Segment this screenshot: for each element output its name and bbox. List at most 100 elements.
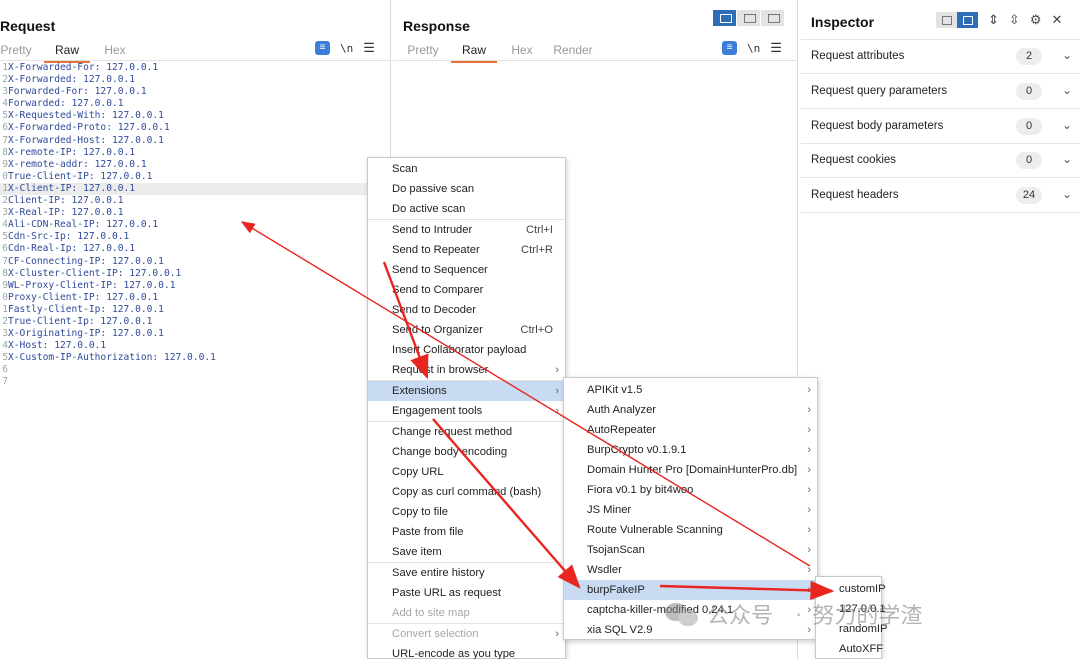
extension-menu-item[interactable]: Wsdler › [564, 560, 817, 580]
context-menu-item[interactable]: Send to Comparer [368, 280, 565, 300]
watermark-account-prefix: 公众号 [707, 603, 774, 628]
line-text: X-Custom-IP-Authorization: 127.0.0.1 [8, 352, 216, 364]
code-line[interactable]: 4 X-Host: 127.0.0.1 [0, 340, 390, 352]
code-line[interactable]: 3 Forwarded-For: 127.0.0.1 [0, 86, 390, 98]
context-menu-item[interactable]: Send to Intruder Ctrl+I [368, 220, 565, 240]
extension-menu-item[interactable]: BurpCrypto v0.1.9.1 › [564, 440, 817, 460]
code-line[interactable]: 0 True-Client-IP: 127.0.0.1 [0, 171, 390, 183]
extension-menu-item[interactable]: JS Miner › [564, 500, 817, 520]
context-menu-item[interactable]: Copy as curl command (bash) [368, 482, 565, 502]
close-icon[interactable]: ✕ [1051, 12, 1062, 28]
editor-menu-icon[interactable]: ☰ [363, 40, 375, 56]
context-menu-item[interactable]: Change body encoding [368, 442, 565, 462]
code-line[interactable]: 2 Client-IP: 127.0.0.1 [0, 195, 390, 207]
extension-menu-item[interactable]: Fiora v0.1 by bit4woo › [564, 480, 817, 500]
chevron-down-icon[interactable]: ⌄ [1062, 118, 1072, 132]
context-menu-item[interactable]: Extensions › [368, 381, 565, 401]
code-line[interactable]: 6 Cdn-Real-Ip: 127.0.0.1 [0, 243, 390, 255]
context-menu-item[interactable]: Insert Collaborator payload [368, 340, 565, 360]
context-menu-item[interactable]: Send to Decoder [368, 300, 565, 320]
request-editor[interactable]: 1 X-Forwarded-For: 127.0.0.1 2 X-Forwarded:… [0, 62, 390, 389]
context-menu-item[interactable]: Paste URL as request [368, 583, 565, 603]
context-menu-item[interactable]: Send to Repeater Ctrl+R [368, 240, 565, 260]
layout-toggle [713, 10, 785, 26]
wrap-lines-icon[interactable]: ≡ [315, 41, 330, 55]
inspector-row[interactable]: Request body parameters 0 ⌄ [801, 110, 1080, 144]
code-line[interactable]: 4 Ali-CDN-Real-IP: 127.0.0.1 [0, 219, 390, 231]
line-number: 7 [2, 134, 8, 146]
line-text: Proxy-Client-IP: 127.0.0.1 [8, 291, 159, 303]
context-menu-item[interactable]: Paste from file [368, 522, 565, 542]
context-menu-item[interactable]: Send to Organizer Ctrl+O [368, 320, 565, 340]
layout-tabs-icon[interactable] [761, 10, 785, 26]
inspector-layout-left-icon[interactable] [936, 12, 957, 28]
context-menu-item[interactable]: Engagement tools › [368, 401, 565, 421]
code-line[interactable]: 1 X-Client-IP: 127.0.0.1 [0, 182, 390, 196]
inspector-row[interactable]: Request cookies 0 ⌄ [801, 144, 1080, 179]
wrap-lines-icon[interactable]: ≡ [722, 41, 737, 55]
code-line[interactable]: 5 X-Custom-IP-Authorization: 127.0.0.1 [0, 352, 390, 364]
menu-item-label: Route Vulnerable Scanning [587, 524, 723, 536]
editor-menu-icon[interactable]: ☰ [770, 40, 782, 56]
code-line[interactable]: 3 X-Real-IP: 127.0.0.1 [0, 207, 390, 219]
context-menu-item[interactable]: Request in browser › [368, 360, 565, 380]
extension-menu-item[interactable]: burpFakeIP › [564, 580, 817, 600]
code-line[interactable]: 0 Proxy-Client-IP: 127.0.0.1 [0, 292, 390, 304]
inspector-row[interactable]: Request headers 24 ⌄ [801, 179, 1080, 214]
code-line[interactable]: 1 X-Forwarded-For: 127.0.0.1 [0, 62, 390, 74]
expand-all-icon[interactable]: ⇕ [988, 12, 999, 28]
context-menu-item[interactable]: Do active scan [368, 199, 565, 219]
chevron-down-icon[interactable]: ⌄ [1062, 48, 1072, 62]
code-line[interactable]: 2 X-Forwarded: 127.0.0.1 [0, 74, 390, 86]
chevron-down-icon[interactable]: ⌄ [1062, 83, 1072, 97]
menu-item-label: Send to Sequencer [392, 264, 488, 276]
context-menu-item[interactable]: Save entire history [368, 563, 565, 583]
context-menu-item[interactable]: Do passive scan [368, 179, 565, 199]
context-menu-item[interactable]: Copy URL [368, 462, 565, 482]
code-line[interactable]: 8 X-Cluster-Client-IP: 127.0.0.1 [0, 268, 390, 280]
context-menu-item[interactable]: Copy to file [368, 502, 565, 522]
code-line[interactable]: 9 X-remote-addr: 127.0.0.1 [0, 159, 390, 171]
extension-menu-item[interactable]: APIKit v1.5 › [564, 380, 817, 400]
context-menu-item[interactable]: URL-encode as you type [368, 644, 565, 659]
extension-menu-item[interactable]: TsojanScan › [564, 540, 817, 560]
code-line[interactable]: 8 X-remote-IP: 127.0.0.1 [0, 147, 390, 159]
chevron-down-icon[interactable]: ⌄ [1062, 152, 1072, 166]
context-menu-item[interactable]: Save item [368, 542, 565, 562]
inspector-row-label: Request query parameters [811, 84, 948, 97]
newline-toggle[interactable]: \n [340, 42, 353, 55]
chevron-down-icon[interactable]: ⌄ [1062, 187, 1072, 201]
code-line[interactable]: 7 [0, 376, 390, 388]
fakeip-menu-item[interactable]: AutoXFF [816, 639, 883, 659]
extension-menu-item[interactable]: Route Vulnerable Scanning › [564, 520, 817, 540]
layout-side-by-side-icon[interactable] [713, 10, 737, 26]
inspector-row[interactable]: Request attributes 2 ⌄ [801, 40, 1080, 74]
code-line[interactable]: 3 X-Originating-IP: 127.0.0.1 [0, 328, 390, 340]
context-menu-item[interactable]: Send to Sequencer [368, 260, 565, 280]
fakeip-menu-item[interactable]: customIP [816, 579, 886, 599]
layout-stacked-icon[interactable] [737, 10, 761, 26]
request-title: Request [0, 18, 56, 34]
extension-menu-item[interactable]: Domain Hunter Pro [DomainHunterPro.db] › [564, 460, 817, 480]
context-menu-item[interactable]: Scan [368, 159, 565, 179]
code-line[interactable]: 6 X-Forwarded-Proto: 127.0.0.1 [0, 122, 390, 134]
code-line[interactable]: 5 X-Requested-With: 127.0.0.1 [0, 110, 390, 122]
code-line[interactable]: 2 True-Client-Ip: 127.0.0.1 [0, 316, 390, 328]
code-line[interactable]: 7 CF-Connecting-IP: 127.0.0.1 [0, 256, 390, 268]
code-line[interactable]: 9 WL-Proxy-Client-IP: 127.0.0.1 [0, 280, 390, 292]
collapse-all-icon[interactable]: ⇳ [1009, 12, 1020, 28]
settings-gear-icon[interactable]: ⚙ [1030, 12, 1042, 28]
newline-toggle[interactable]: \n [747, 42, 760, 55]
code-line[interactable]: 7 X-Forwarded-Host: 127.0.0.1 [0, 135, 390, 147]
line-text: True-Client-Ip: 127.0.0.1 [8, 315, 153, 327]
extension-menu-item[interactable]: Auth Analyzer › [564, 400, 817, 420]
extension-menu-item[interactable]: AutoRepeater › [564, 420, 817, 440]
code-line[interactable]: 6 [0, 364, 390, 376]
context-menu-item[interactable]: Change request method [368, 422, 565, 442]
inspector-row[interactable]: Request query parameters 0 ⌄ [801, 75, 1080, 109]
code-line[interactable]: 4 Forwarded: 127.0.0.1 [0, 98, 390, 110]
inspector-layout-right-icon[interactable] [957, 12, 978, 28]
code-line[interactable]: 1 Fastly-Client-Ip: 127.0.0.1 [0, 304, 390, 316]
menu-item-label: Do passive scan [392, 183, 475, 195]
code-line[interactable]: 5 Cdn-Src-Ip: 127.0.0.1 [0, 231, 390, 243]
